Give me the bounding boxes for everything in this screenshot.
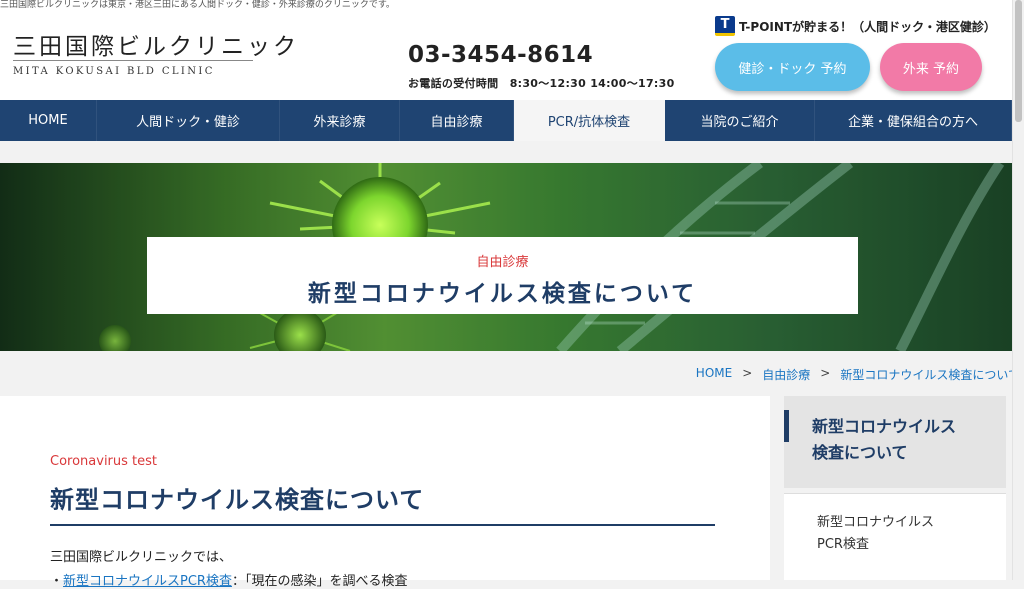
pcr-test-link[interactable]: 新型コロナウイルスPCR検査: [63, 574, 232, 589]
breadcrumb: HOME > 自由診療 > 新型コロナウイルス検査について: [696, 366, 1020, 383]
top-announcement-strip: 三田国際ビルクリニックは東京・港区三田にある人間ドック・健診・外来診療のクリニッ…: [0, 0, 1012, 10]
logo-divider: [13, 60, 253, 61]
site-header: 三田国際ビルクリニック MITA KOKUSAI BLD CLINIC 03-3…: [0, 10, 1012, 100]
breadcrumb-separator: >: [820, 366, 831, 380]
clinic-logo-english: MITA KOKUSAI BLD CLINIC: [13, 66, 215, 77]
breadcrumb-current[interactable]: 新型コロナウイルス検査について: [840, 366, 1020, 383]
tpoint-text: T-POINTが貯まる！（人間ドック・港区健診）: [739, 19, 996, 34]
title-underline: [50, 524, 715, 526]
breadcrumb-home[interactable]: HOME: [696, 366, 732, 383]
phone-hours: お電話の受付時間 8:30〜12:30 14:00〜17:30: [408, 77, 675, 90]
tpoint-banner[interactable]: T T-POINTが貯まる！（人間ドック・港区健診）: [715, 16, 996, 36]
tpoint-logo-icon: T: [715, 16, 735, 36]
breadcrumb-separator: >: [742, 366, 753, 380]
sidebar-heading-line2: 検査について: [812, 443, 908, 462]
nav-about[interactable]: 当院のご紹介: [665, 100, 815, 141]
phone-number[interactable]: 03-3454-8614: [408, 42, 593, 68]
bullet-description: ：「現在の感染」を調べる検査: [231, 574, 408, 589]
hero-title: 新型コロナウイルス検査について: [307, 281, 698, 307]
page-scrollbar[interactable]: [1012, 0, 1024, 580]
nav-outpatient[interactable]: 外来診療: [280, 100, 400, 141]
sidebar-heading: 新型コロナウイルス 検査について: [784, 396, 1006, 488]
sidebar: 新型コロナウイルス 検査について 新型コロナウイルス PCR検査: [784, 396, 1006, 580]
nav-corporate[interactable]: 企業・健保組合の方へ: [815, 100, 1012, 141]
hero-banner: 自由診療 新型コロナウイルス検査について: [0, 163, 1012, 351]
sidebar-heading-line1: 新型コロナウイルス: [812, 417, 957, 436]
section-english-label: Coronavirus test: [50, 454, 158, 469]
sidebar-item-line1: 新型コロナウイルス: [817, 515, 935, 530]
outpatient-reservation-button[interactable]: 外来 予約: [880, 43, 982, 91]
sidebar-item-label: 新型コロナウイルス PCR検査: [817, 512, 934, 556]
breadcrumb-free-medical[interactable]: 自由診療: [762, 366, 810, 383]
bullet-marker: ・: [50, 574, 64, 589]
sidebar-heading-text: 新型コロナウイルス 検査について: [812, 414, 956, 466]
nav-free-medical[interactable]: 自由診療: [400, 100, 514, 141]
global-navigation: HOME 人間ドック・健診 外来診療 自由診療 PCR/抗体検査 当院のご紹介 …: [0, 100, 1012, 141]
sidebar-item-pcr[interactable]: 新型コロナウイルス PCR検査: [784, 493, 1006, 580]
intro-text: 三田国際ビルクリニックでは、: [50, 550, 233, 565]
nav-checkup[interactable]: 人間ドック・健診: [97, 100, 280, 141]
sidebar-heading-accent: [784, 410, 789, 442]
hero-subtitle: 自由診療: [476, 255, 529, 270]
clinic-logo[interactable]: 三田国際ビルクリニック: [13, 27, 299, 61]
main-content: Coronavirus test 新型コロナウイルス検査について 三田国際ビルク…: [0, 396, 770, 589]
nav-pcr-antibody[interactable]: PCR/抗体検査: [514, 100, 665, 141]
scrollbar-thumb[interactable]: [1015, 0, 1022, 122]
sidebar-item-line2: PCR検査: [817, 537, 869, 552]
page-title: 新型コロナウイルス検査について: [50, 486, 425, 514]
checkup-reservation-button[interactable]: 健診・ドック 予約: [715, 43, 870, 91]
hero-title-box: 自由診療 新型コロナウイルス検査について: [147, 237, 858, 314]
nav-home[interactable]: HOME: [0, 100, 97, 141]
